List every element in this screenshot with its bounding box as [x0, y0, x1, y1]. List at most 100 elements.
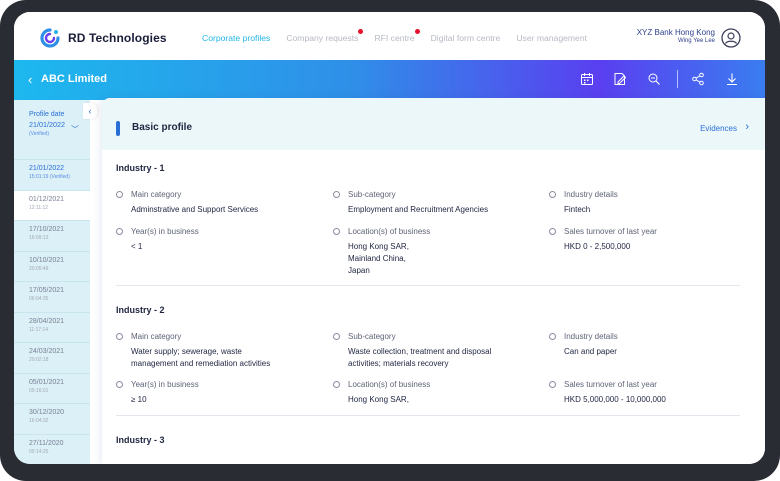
- history-item[interactable]: 27/11/2020 09:14:25: [14, 433, 90, 465]
- history-date: 27/11/2020: [29, 439, 64, 447]
- history-time: 05:16:01: [29, 387, 49, 394]
- profile-history-sidebar: Profile date 21/01/2022 (Verified) ﹀ 21/…: [14, 100, 90, 464]
- radio-bullet-icon: [333, 191, 340, 198]
- radio-bullet-icon: [333, 228, 340, 235]
- section-divider: [116, 415, 740, 416]
- history-item[interactable]: 28/04/2021 11:17:14: [14, 311, 90, 343]
- section-divider: [116, 285, 740, 286]
- field-value: Can and paper: [564, 347, 617, 356]
- radio-bullet-icon: [116, 228, 123, 235]
- history-item[interactable]: 17/05/2021 06:04:35: [14, 281, 90, 312]
- history-date: 10/10/2021: [29, 256, 65, 264]
- device-frame: RD Technologies Corporate profiles Compan…: [0, 0, 780, 481]
- company-header: ‹ ABC Limited: [14, 60, 765, 100]
- history-time: 15:01:19 (Verified): [29, 174, 70, 180]
- field-label: Year(s) in business: [131, 227, 199, 236]
- history-date: 30/12/2020: [29, 409, 65, 416]
- user-name: Wing Yee Lee: [677, 38, 715, 44]
- card-header: Basic profile Evidences ›: [102, 98, 765, 150]
- industry-title: Industry - 1: [116, 163, 165, 173]
- nav-link[interactable]: Corporate profiles: [202, 33, 270, 43]
- history-date: 17/10/2021: [29, 226, 65, 233]
- field-label: Industry details: [564, 190, 618, 199]
- history-item[interactable]: 10/10/2021 20:05:49: [14, 250, 90, 282]
- nav-link[interactable]: Company requests: [286, 29, 364, 43]
- evidences-link[interactable]: Evidences: [700, 124, 737, 133]
- radio-bullet-icon: [549, 333, 556, 340]
- history-item[interactable]: 21/01/2022 15:01:19 (Verified): [14, 159, 90, 190]
- share-icon[interactable]: [691, 72, 705, 86]
- radio-bullet-icon: [333, 333, 340, 340]
- history-time: 16:04:32: [29, 418, 49, 424]
- radio-bullet-icon: [116, 333, 123, 340]
- history-time: 16:09:13: [29, 235, 49, 241]
- field-label: Main category: [131, 190, 182, 199]
- card-title: Basic profile: [132, 122, 193, 133]
- history-list: 21/01/2022 15:01:19 (Verified) 01/12/2021 1…: [14, 159, 90, 464]
- field-label: Sales turnover of last year: [564, 227, 657, 236]
- profile-date-selector[interactable]: Profile date 21/01/2022 (Verified): [29, 111, 65, 137]
- edit-document-icon[interactable]: [613, 72, 627, 86]
- field-value: Hong Kong SAR,: [348, 395, 409, 404]
- chevron-down-icon[interactable]: ﹀: [71, 124, 79, 135]
- field-label: Sales turnover of last year: [564, 380, 657, 389]
- field-label: Year(s) in business: [131, 380, 199, 389]
- history-date: 24/03/2021: [29, 348, 65, 355]
- radio-bullet-icon: [549, 381, 556, 388]
- avatar-icon[interactable]: [721, 28, 741, 48]
- notification-dot-icon: [414, 29, 420, 34]
- history-item[interactable]: 30/12/2020 16:04:32: [14, 403, 90, 434]
- search-zoom-icon[interactable]: [647, 72, 661, 86]
- history-time: 06:04:35: [29, 296, 49, 302]
- history-item[interactable]: 01/12/2021 12:11:12: [14, 189, 90, 220]
- user-info[interactable]: XYZ Bank Hong Kong Wing Yee Lee: [637, 28, 715, 44]
- field-label: Main category: [131, 332, 182, 341]
- collapse-sidebar-button[interactable]: ‹: [83, 103, 97, 119]
- history-item[interactable]: 17/10/2021 16:09:13: [14, 220, 90, 251]
- radio-bullet-icon: [549, 191, 556, 198]
- chevron-right-icon[interactable]: ›: [745, 121, 749, 133]
- toolbar-divider: [677, 70, 678, 88]
- brand-name: RD Technologies: [68, 31, 167, 45]
- industry-title: Industry - 2: [116, 305, 165, 315]
- field-value: Employment and Recruitment Agencies: [348, 205, 489, 214]
- chevron-left-icon: ‹: [88, 106, 92, 116]
- download-icon[interactable]: [725, 72, 739, 86]
- history-date: 21/01/2022: [29, 165, 65, 172]
- calendar-icon[interactable]: [580, 72, 594, 86]
- field-value: HKD 5,000,000 - 10,000,000: [564, 395, 666, 404]
- history-item[interactable]: 24/03/2021 20:02:18: [14, 342, 90, 373]
- industry-title: Industry - 3: [116, 435, 165, 445]
- radio-bullet-icon: [116, 381, 123, 388]
- field-value: HKD 0 - 2,500,000: [564, 242, 631, 251]
- user-bank: XYZ Bank Hong Kong: [636, 28, 715, 37]
- field-value: < 1: [131, 242, 143, 251]
- profile-date-label: Profile date: [29, 111, 65, 118]
- field-value: Waste collection, treatment and disposal…: [348, 347, 492, 368]
- field-label: Sub-category: [348, 190, 396, 199]
- history-date: 28/04/2021: [29, 317, 65, 325]
- field-label: Sub-category: [348, 332, 396, 341]
- profile-date-status: (Verified): [29, 131, 50, 137]
- field-label: Location(s) of business: [348, 227, 431, 236]
- back-chevron-icon[interactable]: ‹: [28, 72, 32, 87]
- field-value: Fintech: [564, 205, 591, 214]
- history-time: 20:02:18: [29, 357, 49, 363]
- title-accent-bar: [116, 121, 120, 136]
- field-label: Industry details: [564, 332, 618, 341]
- history-date: 05/01/2021: [29, 378, 65, 386]
- history-time: 20:05:49: [29, 265, 49, 272]
- history-time: 12:11:12: [29, 204, 49, 211]
- history-item[interactable]: 05/01/2021 05:16:01: [14, 372, 90, 404]
- history-time: 09:14:25: [29, 448, 49, 455]
- nav-links: Corporate profiles Company requests RFI ce…: [202, 29, 603, 43]
- notification-dot-icon: [358, 29, 364, 34]
- radio-bullet-icon: [549, 228, 556, 235]
- history-date: 17/05/2021: [29, 287, 65, 294]
- nav-link[interactable]: Digital form centre: [431, 33, 501, 43]
- basic-profile-card: Basic profile Evidences › Industry - 1 Ma…: [102, 98, 765, 464]
- nav-link[interactable]: User management: [516, 33, 587, 43]
- app-screen: RD Technologies Corporate profiles Compan…: [14, 12, 765, 464]
- history-date: 01/12/2021: [29, 195, 65, 203]
- nav-link[interactable]: RFI centre: [374, 29, 420, 43]
